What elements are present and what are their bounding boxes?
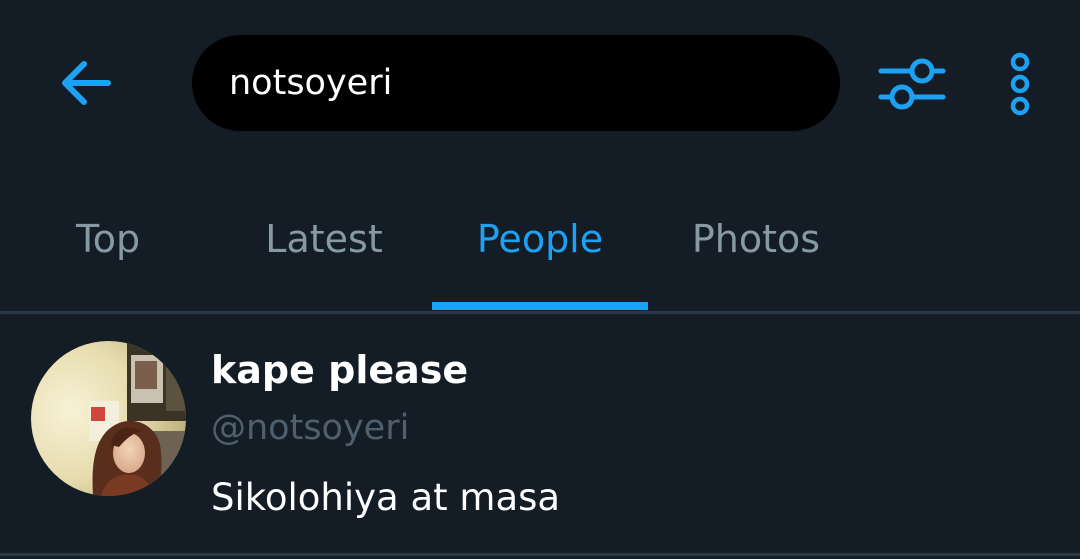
user-handle: @notsoyeri bbox=[211, 408, 410, 448]
search-input[interactable] bbox=[229, 63, 789, 103]
tab-label: Top bbox=[75, 217, 141, 261]
search-screen: Top Latest People Photos bbox=[0, 0, 1080, 559]
tab-label: Latest bbox=[265, 217, 383, 261]
tab-top[interactable]: Top bbox=[0, 170, 216, 312]
row-divider bbox=[0, 553, 1080, 556]
search-header bbox=[0, 0, 1080, 170]
search-bar[interactable] bbox=[192, 35, 840, 131]
search-filter-button[interactable] bbox=[876, 52, 948, 116]
user-display-name: kape please bbox=[211, 348, 469, 392]
tab-photos[interactable]: Photos bbox=[648, 170, 864, 312]
avatar-photo bbox=[31, 341, 186, 496]
more-vertical-icon bbox=[1010, 52, 1030, 116]
back-button[interactable] bbox=[56, 55, 116, 111]
avatar[interactable] bbox=[31, 341, 186, 496]
tab-people[interactable]: People bbox=[432, 170, 648, 312]
arrow-left-icon bbox=[62, 61, 111, 105]
more-options-button[interactable] bbox=[996, 48, 1044, 120]
tab-label: Photos bbox=[691, 217, 821, 261]
tab-label: People bbox=[476, 217, 604, 261]
sliders-icon bbox=[878, 58, 946, 110]
user-bio: Sikolohiya at masa bbox=[211, 476, 561, 519]
tab-latest[interactable]: Latest bbox=[216, 170, 432, 312]
active-tab-indicator bbox=[432, 302, 648, 310]
user-result-row[interactable]: kape please @notsoyeri Sikolohiya at mas… bbox=[0, 314, 1080, 554]
search-tabs: Top Latest People Photos bbox=[0, 170, 1080, 312]
